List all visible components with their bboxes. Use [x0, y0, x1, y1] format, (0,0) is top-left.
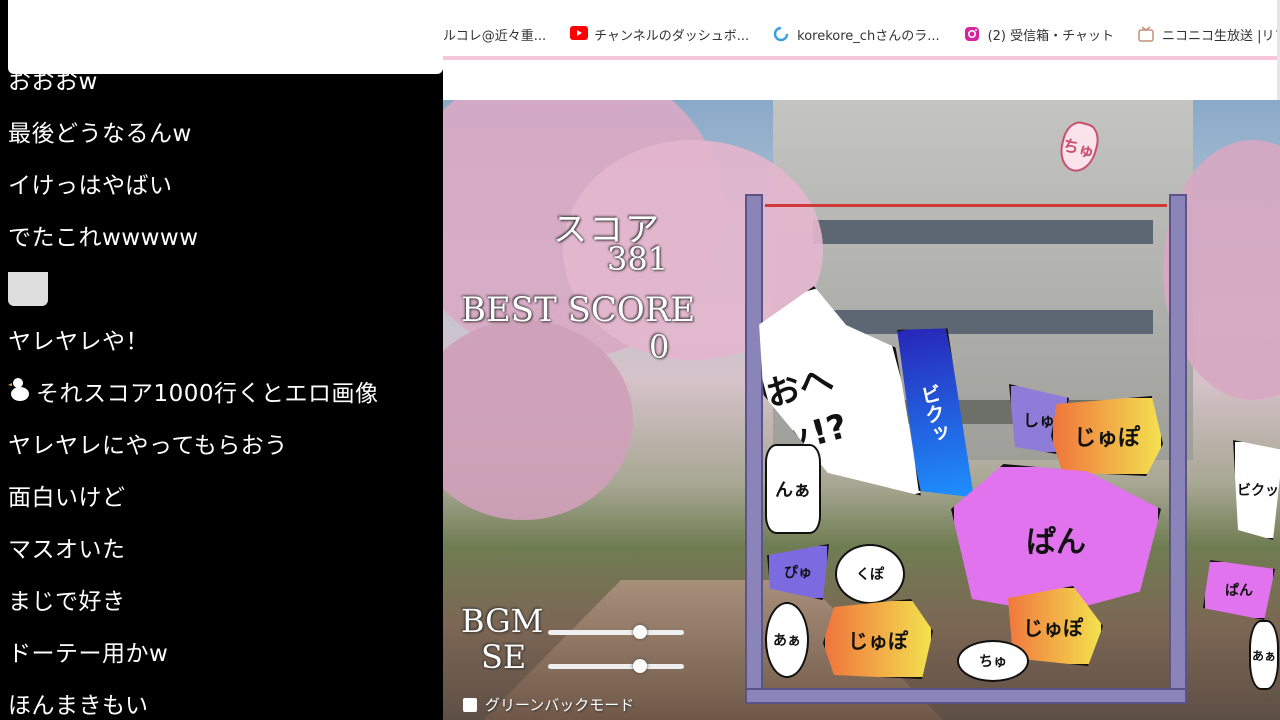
toolbar-divider: [443, 56, 1280, 60]
comment-item: [8, 272, 443, 324]
limit-line: [765, 204, 1167, 207]
instagram-icon: [964, 26, 980, 42]
best-score-value: 0: [649, 328, 670, 366]
piece-side: ぱん: [1203, 560, 1275, 620]
comment-item: それスコア1000行くとエロ画像: [8, 376, 443, 428]
bookmarks-bar: ルコレ@近々重... チャンネルのダッシュボ... korekore_chさんの…: [443, 0, 1280, 100]
comment-item: 最後どうなるんw: [8, 121, 192, 147]
piece-nna: んぁ: [765, 444, 821, 534]
bookmark-item[interactable]: korekore_chさんのラ...: [773, 25, 940, 44]
se-label: SE: [481, 638, 527, 676]
stamp-icon: [8, 272, 48, 306]
comment-item: おおおw: [8, 69, 98, 95]
piece-side: ビクッ: [1233, 440, 1280, 540]
bgm-label: BGM: [461, 602, 544, 640]
youtube-icon: [570, 26, 589, 42]
comment-header-box: [8, 0, 443, 74]
comment-item: ヤレヤレや！: [8, 329, 149, 355]
comment-item: 面白いけど: [8, 485, 126, 511]
piece-kupo: くぽ: [835, 544, 905, 604]
piece-chu: ちゅ: [957, 640, 1029, 682]
bookmark-label: (2) 受信箱・チャット: [987, 28, 1115, 44]
piece-pyu: ぴゅ: [767, 544, 829, 600]
bgm-slider[interactable]: [548, 625, 684, 639]
bookmark-item[interactable]: チャンネルのダッシュボ...: [570, 25, 749, 44]
duck-icon: [8, 376, 30, 413]
comment-item: ヤレヤレにやってもらおう: [8, 433, 288, 459]
se-slider[interactable]: [548, 659, 684, 673]
comment-item: マスオいた: [8, 537, 126, 563]
niconico-icon: [1138, 26, 1154, 42]
bookmark-label: korekore_chさんのラ...: [797, 28, 940, 44]
piece-jupo-2: じゅぽ: [823, 599, 933, 679]
comment-panel: おおおw 最後どうなるんw イけっはやばい でたこれwwwww ヤレヤレや！ そ…: [0, 0, 443, 720]
bookmark-item[interactable]: ルコレ@近々重...: [443, 25, 546, 44]
drop-container: おへッ!? ビクッ んぁ しゅ じゅぽ ぱん くぽ あぁ じゅぽ じゅぽ ちゅ …: [745, 194, 1187, 704]
comment-item: まじで好き: [8, 589, 126, 615]
game-canvas[interactable]: スコア 381 BEST SCORE 0 BGM SE グリーンバックモード ち…: [443, 100, 1280, 720]
container-left-wall: [745, 194, 763, 704]
best-score-label: BEST SCORE: [461, 290, 696, 330]
comment-list: おおおw 最後どうなるんw イけっはやばい でたこれwwwww ヤレヤレや！ そ…: [8, 64, 443, 720]
score-value: 381: [607, 240, 669, 278]
comment-item: ほんまきもい: [8, 693, 149, 719]
greenback-label: グリーンバックモード: [485, 696, 635, 714]
bookmark-label: ルコレ@近々重...: [443, 28, 547, 44]
greenback-checkbox[interactable]: [463, 698, 477, 712]
container-floor: [745, 688, 1187, 704]
bookmark-item[interactable]: (2) 受信箱・チャット: [964, 25, 1114, 44]
spiral-icon: [773, 26, 789, 42]
comment-item: イけっはやばい: [8, 173, 173, 199]
container-right-wall: [1169, 194, 1187, 704]
bookmark-label: チャンネルのダッシュボ...: [594, 28, 750, 44]
piece-jupo: じゅぽ: [1051, 396, 1163, 476]
comment-item: でたこれwwwww: [8, 225, 199, 251]
bookmark-item[interactable]: ニコニコ生放送 |リアル...: [1138, 25, 1280, 44]
bookmark-label: ニコニコ生放送 |リアル...: [1162, 28, 1280, 44]
piece-aa: あぁ: [765, 602, 809, 678]
piece-side: あぁ: [1249, 620, 1279, 690]
comment-item: ドーテー用かw: [8, 641, 169, 667]
